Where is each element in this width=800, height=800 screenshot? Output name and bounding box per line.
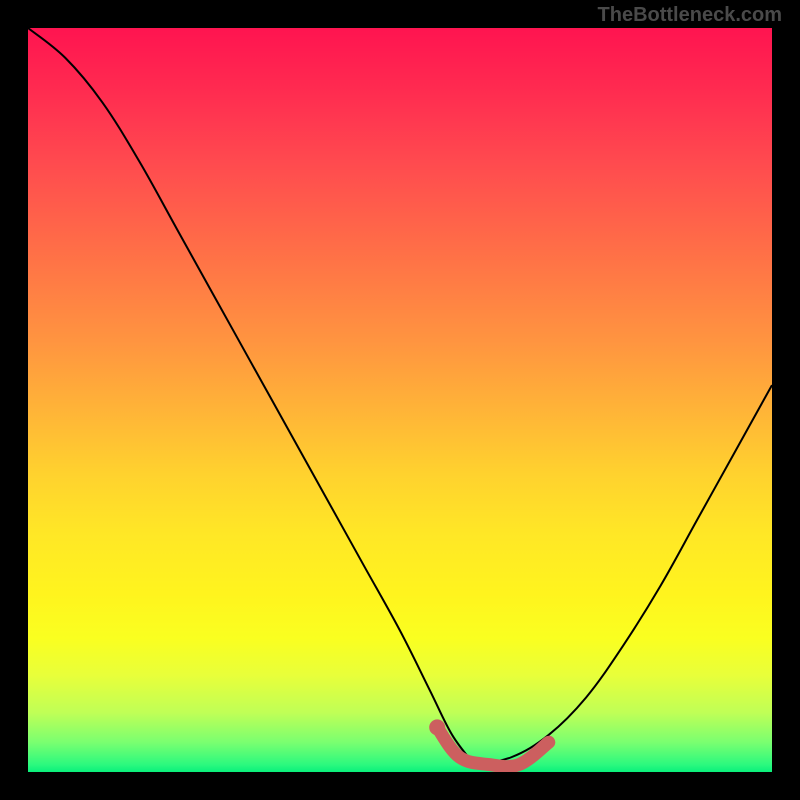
- optimum-dot: [429, 719, 445, 735]
- plot-area: [28, 28, 772, 772]
- chart-svg: [28, 28, 772, 772]
- left-curve: [28, 28, 474, 765]
- branding-text: TheBottleneck.com: [598, 4, 782, 27]
- right-curve: [474, 385, 772, 764]
